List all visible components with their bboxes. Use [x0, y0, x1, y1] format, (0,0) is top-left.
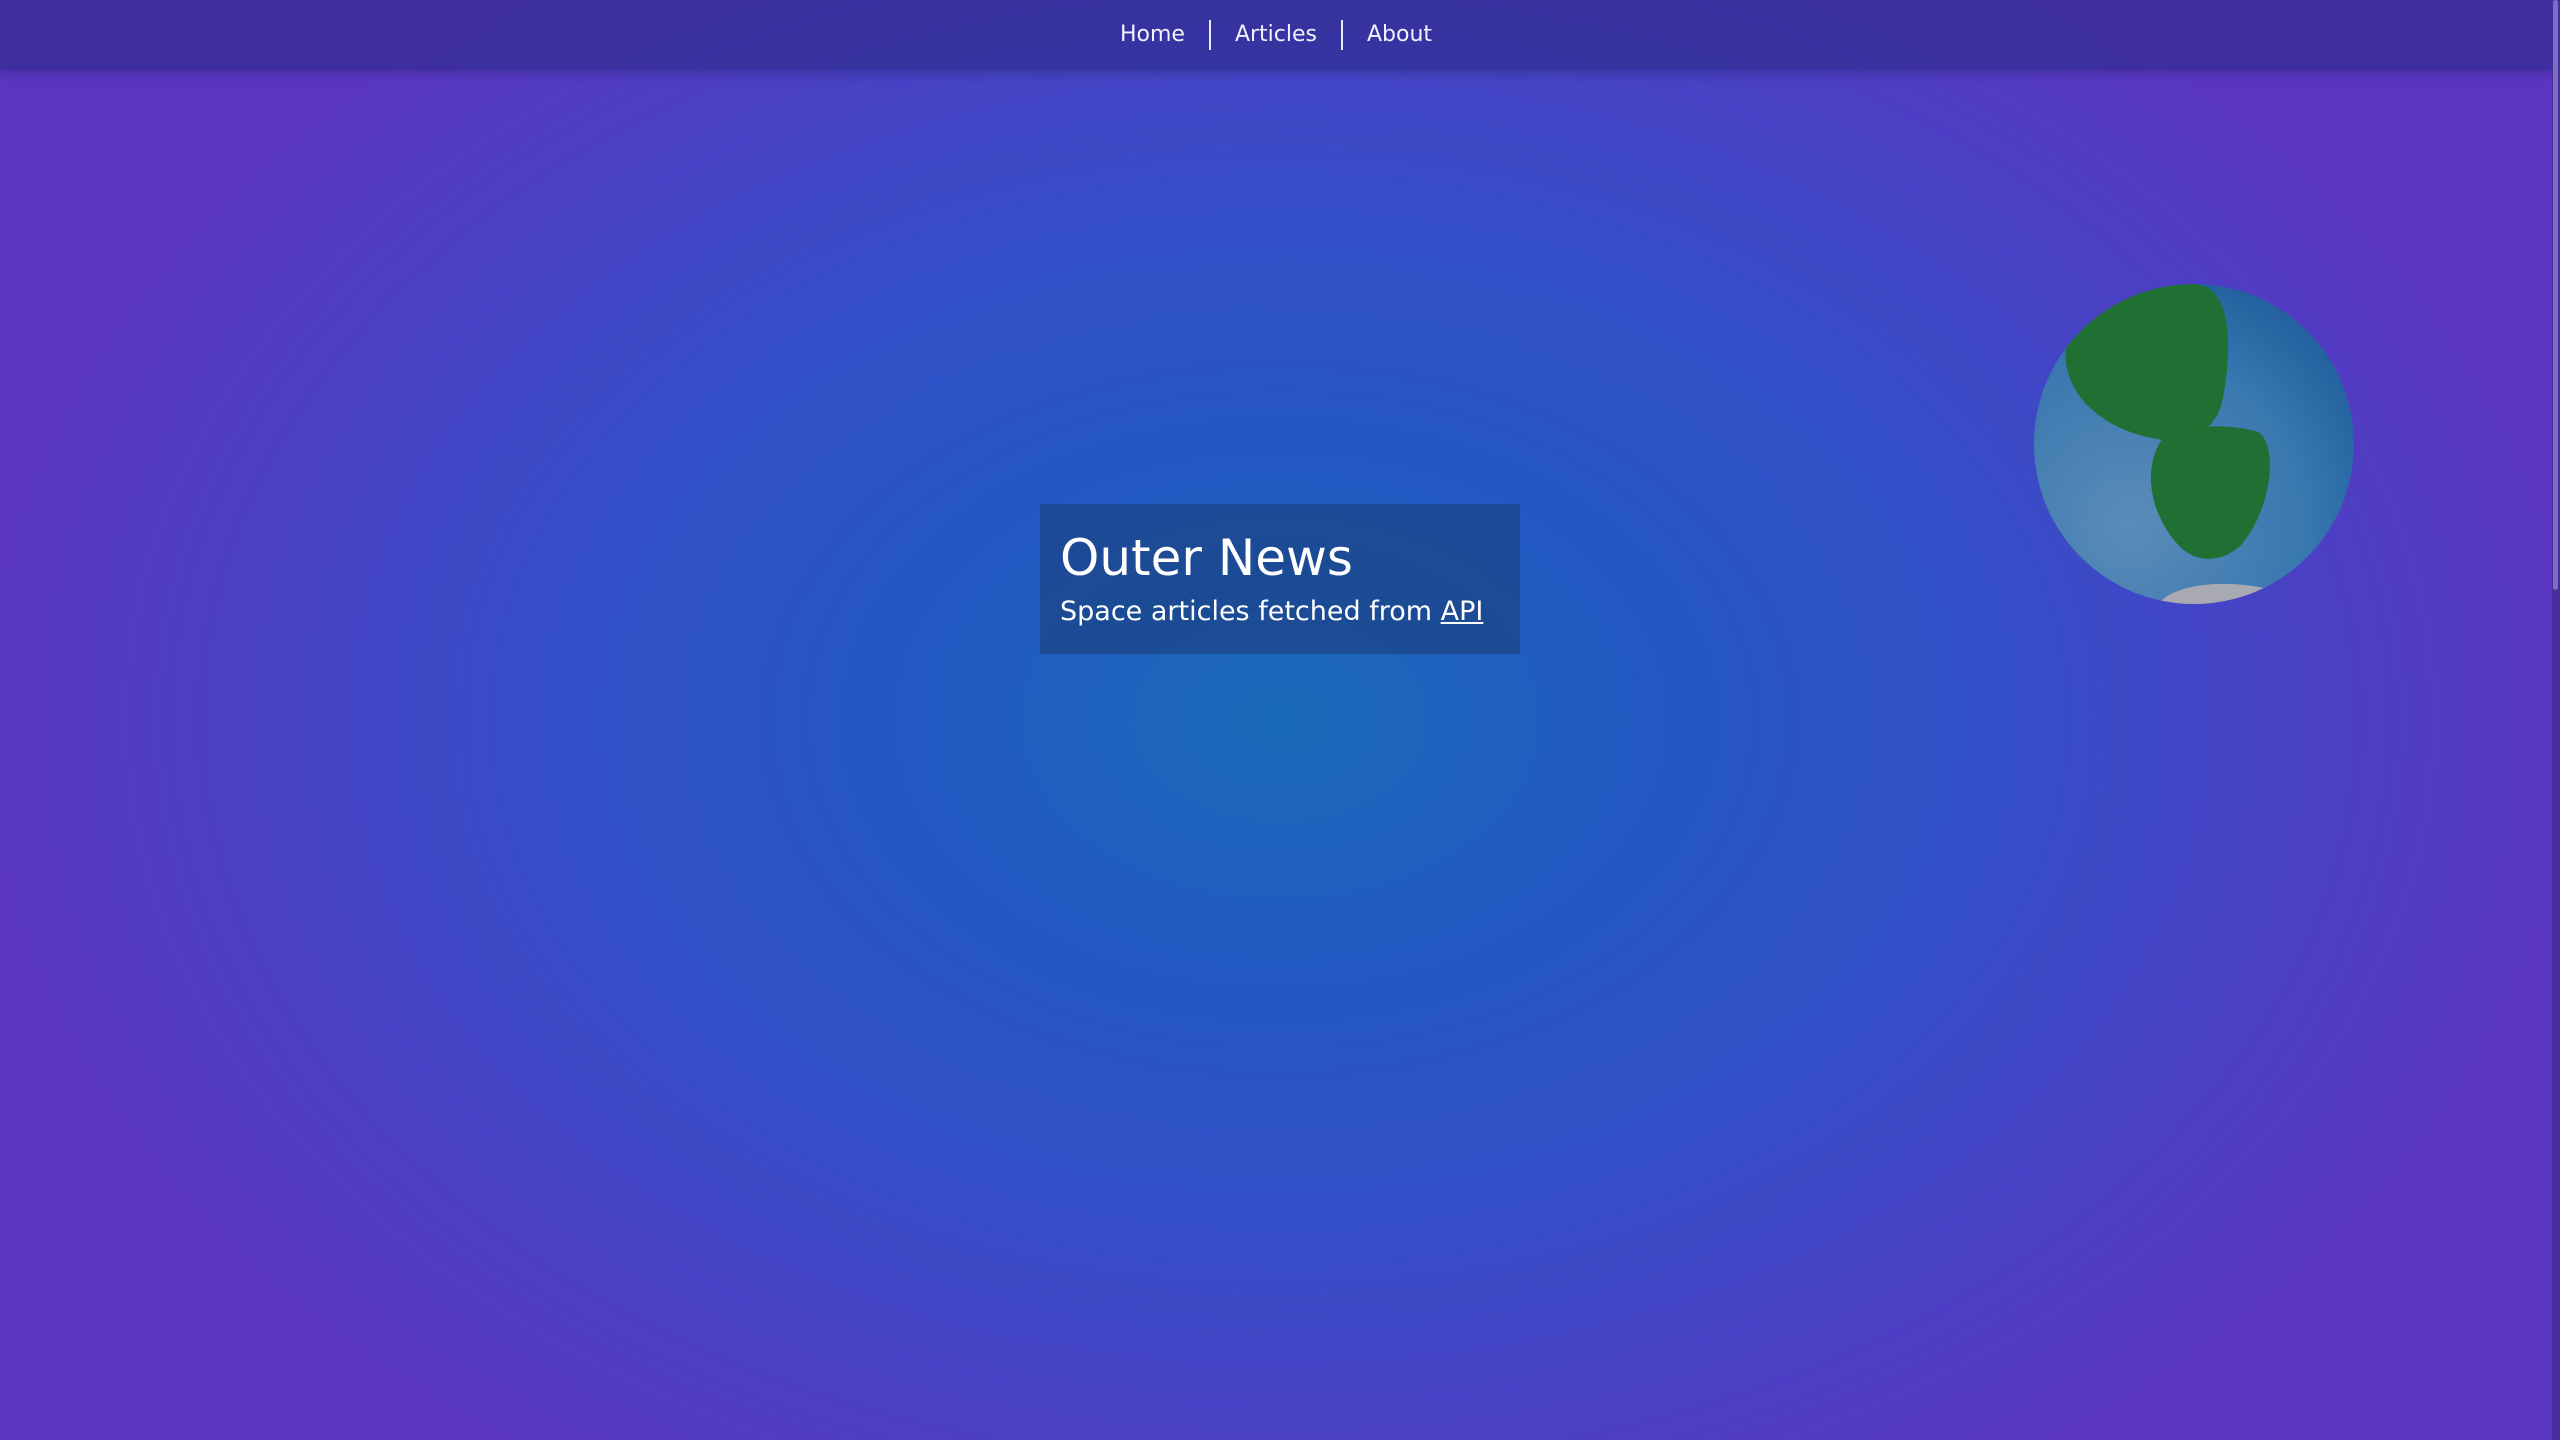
earth-globe-icon [2034, 284, 2354, 604]
page-scrollbar[interactable] [2552, 0, 2560, 1440]
scrollbar-thumb[interactable] [2553, 0, 2558, 590]
page-title: Outer News [1060, 529, 1353, 587]
top-navbar: Home Articles About [0, 0, 2552, 70]
nav-home-link[interactable]: Home [1096, 20, 1209, 50]
nav-about-link[interactable]: About [1343, 20, 1456, 50]
nav-articles-link[interactable]: Articles [1211, 20, 1341, 50]
hero-subtitle: Space articles fetched from API [1060, 594, 1500, 630]
page: Home Articles About Outer News Space art… [0, 0, 2552, 1440]
hero-subtitle-text: Space articles fetched from [1060, 596, 1441, 627]
api-link[interactable]: API [1441, 596, 1484, 627]
hero-panel: Outer News Space articles fetched from A… [1040, 504, 1520, 654]
